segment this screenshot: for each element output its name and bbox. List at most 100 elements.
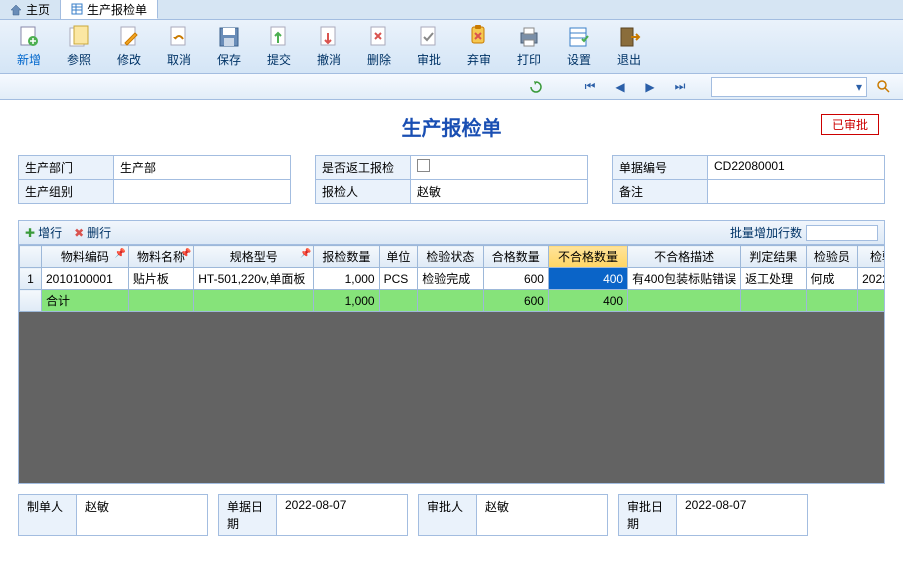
pin-icon: 📌 [180,248,191,259]
remark-label: 备注 [613,180,708,203]
col-verdict[interactable]: 判定结果 [741,246,806,268]
print-button[interactable]: 打印 [504,22,554,71]
total-pass: 600 [483,290,548,312]
settings-button[interactable]: 设置 [554,22,604,71]
reject-icon [467,25,491,49]
cell-spec[interactable]: HT-501,220v,单面板 [194,268,314,290]
search-input[interactable] [712,80,852,94]
cell-unit[interactable]: PCS [379,268,418,290]
pin-icon: 📌 [115,248,126,259]
col-name[interactable]: 物料名称📌 [128,246,193,268]
page-title: 生产报检单 [402,118,502,140]
reject-button[interactable]: 弃审 [454,22,504,71]
col-spec[interactable]: 规格型号📌 [194,246,314,268]
pin-icon: 📌 [300,248,311,259]
edit-icon [117,25,141,49]
cell-date[interactable]: 2022-08 [858,268,884,290]
col-unit[interactable]: 单位 [379,246,418,268]
cell-faildesc[interactable]: 有400包装标贴错误 [628,268,741,290]
nav-last[interactable]: ⏭ [667,77,693,97]
approver-value: 赵敏 [477,495,607,535]
apprdate-value: 2022-08-07 [677,495,807,535]
dept-label: 生产部门 [19,156,114,179]
ref-button[interactable]: 参照 [54,22,104,71]
cell-status[interactable]: 检验完成 [418,268,483,290]
submit-icon [267,25,291,49]
col-inspector[interactable]: 检验员 [806,246,858,268]
nav-next[interactable]: ▶ [637,77,663,97]
cell-pass[interactable]: 600 [483,268,548,290]
main-toolbar: 新增 参照 修改 取消 保存 提交 撤消 删除 审批 弃审 打印 设置 [0,20,903,74]
cell-name[interactable]: 贴片板 [128,268,193,290]
docno-value[interactable]: CD22080001 [708,156,884,179]
del-row-icon: ✖ [74,226,84,240]
nav-prev[interactable]: ◀ [607,77,633,97]
col-pass[interactable]: 合格数量 [483,246,548,268]
total-fail: 400 [548,290,627,312]
cancel-button[interactable]: 取消 [154,22,204,71]
reporter-label: 报检人 [316,180,411,203]
tab-current[interactable]: 生产报检单 [61,0,158,19]
tab-home[interactable]: 主页 [0,0,61,19]
exit-button[interactable]: 退出 [604,22,654,71]
total-row: 合计 1,000 600 400 [20,290,885,312]
revoke-button[interactable]: 撤消 [304,22,354,71]
save-icon [217,25,241,49]
new-label: 新增 [17,51,41,68]
reporter-value[interactable]: 赵敏 [411,180,587,203]
group-value[interactable] [114,180,290,203]
tab-bar: 主页 生产报检单 [0,0,903,20]
search-dropdown[interactable]: ▾ [852,80,866,94]
rework-checkbox[interactable] [417,159,430,172]
add-row-icon: ✚ [25,226,35,240]
find-button[interactable] [871,77,897,97]
cell-fail[interactable]: 400 [548,268,627,290]
table-row[interactable]: 1 2010100001 贴片板 HT-501,220v,单面板 1,000 P… [20,268,885,290]
dept-value[interactable]: 生产部 [114,156,290,179]
edit-button[interactable]: 修改 [104,22,154,71]
del-row-button[interactable]: ✖删行 [74,224,111,241]
apprdate-label: 审批日期 [619,495,677,535]
rowhead-corner[interactable] [20,246,42,268]
exit-icon [617,25,641,49]
rework-value [411,156,587,179]
row-index[interactable]: 1 [20,268,42,290]
cell-qty[interactable]: 1,000 [314,268,379,290]
revoke-icon [317,25,341,49]
col-fail[interactable]: 不合格数量 [548,246,627,268]
col-qty[interactable]: 报检数量 [314,246,379,268]
approve-button[interactable]: 审批 [404,22,454,71]
col-date[interactable]: 检验日 [858,246,884,268]
new-button[interactable]: 新增 [4,22,54,71]
home-icon [10,4,22,16]
footer-fields: 制单人赵敏 单据日期2022-08-07 审批人赵敏 审批日期2022-08-0… [0,490,903,544]
form-icon [71,3,83,15]
grid-scroll[interactable]: 物料编码📌 物料名称📌 规格型号📌 报检数量 单位 检验状态 合格数量 不合格数… [19,245,884,483]
cell-verdict[interactable]: 返工处理 [741,268,806,290]
add-row-button[interactable]: ✚增行 [25,224,62,241]
settings-icon [567,25,591,49]
grid-header: 物料编码📌 物料名称📌 规格型号📌 报检数量 单位 检验状态 合格数量 不合格数… [20,246,885,268]
nav-first[interactable]: ⏮ [577,77,603,97]
col-status[interactable]: 检验状态 [418,246,483,268]
approve-icon [417,25,441,49]
col-code[interactable]: 物料编码📌 [42,246,129,268]
title-area: 生产报检单 已审批 [0,100,903,147]
cell-inspector[interactable]: 何成 [806,268,858,290]
maker-label: 制单人 [19,495,77,535]
delete-button[interactable]: 删除 [354,22,404,71]
header-fields: 生产部门生产部 生产组别 是否返工报检 报检人赵敏 单据编号CD22080001… [0,147,903,212]
save-button[interactable]: 保存 [204,22,254,71]
bulk-label: 批量增加行数 [730,224,802,241]
status-stamp: 已审批 [821,114,879,135]
maker-value: 赵敏 [77,495,207,535]
submit-button[interactable]: 提交 [254,22,304,71]
approver-label: 审批人 [419,495,477,535]
search-box: ▾ [711,77,867,97]
col-faildesc[interactable]: 不合格描述 [628,246,741,268]
refresh-button[interactable] [523,77,549,97]
cell-code[interactable]: 2010100001 [42,268,129,290]
bulk-input[interactable] [806,225,878,241]
remark-value[interactable] [708,180,884,203]
data-grid: 物料编码📌 物料名称📌 规格型号📌 报检数量 单位 检验状态 合格数量 不合格数… [18,244,885,484]
